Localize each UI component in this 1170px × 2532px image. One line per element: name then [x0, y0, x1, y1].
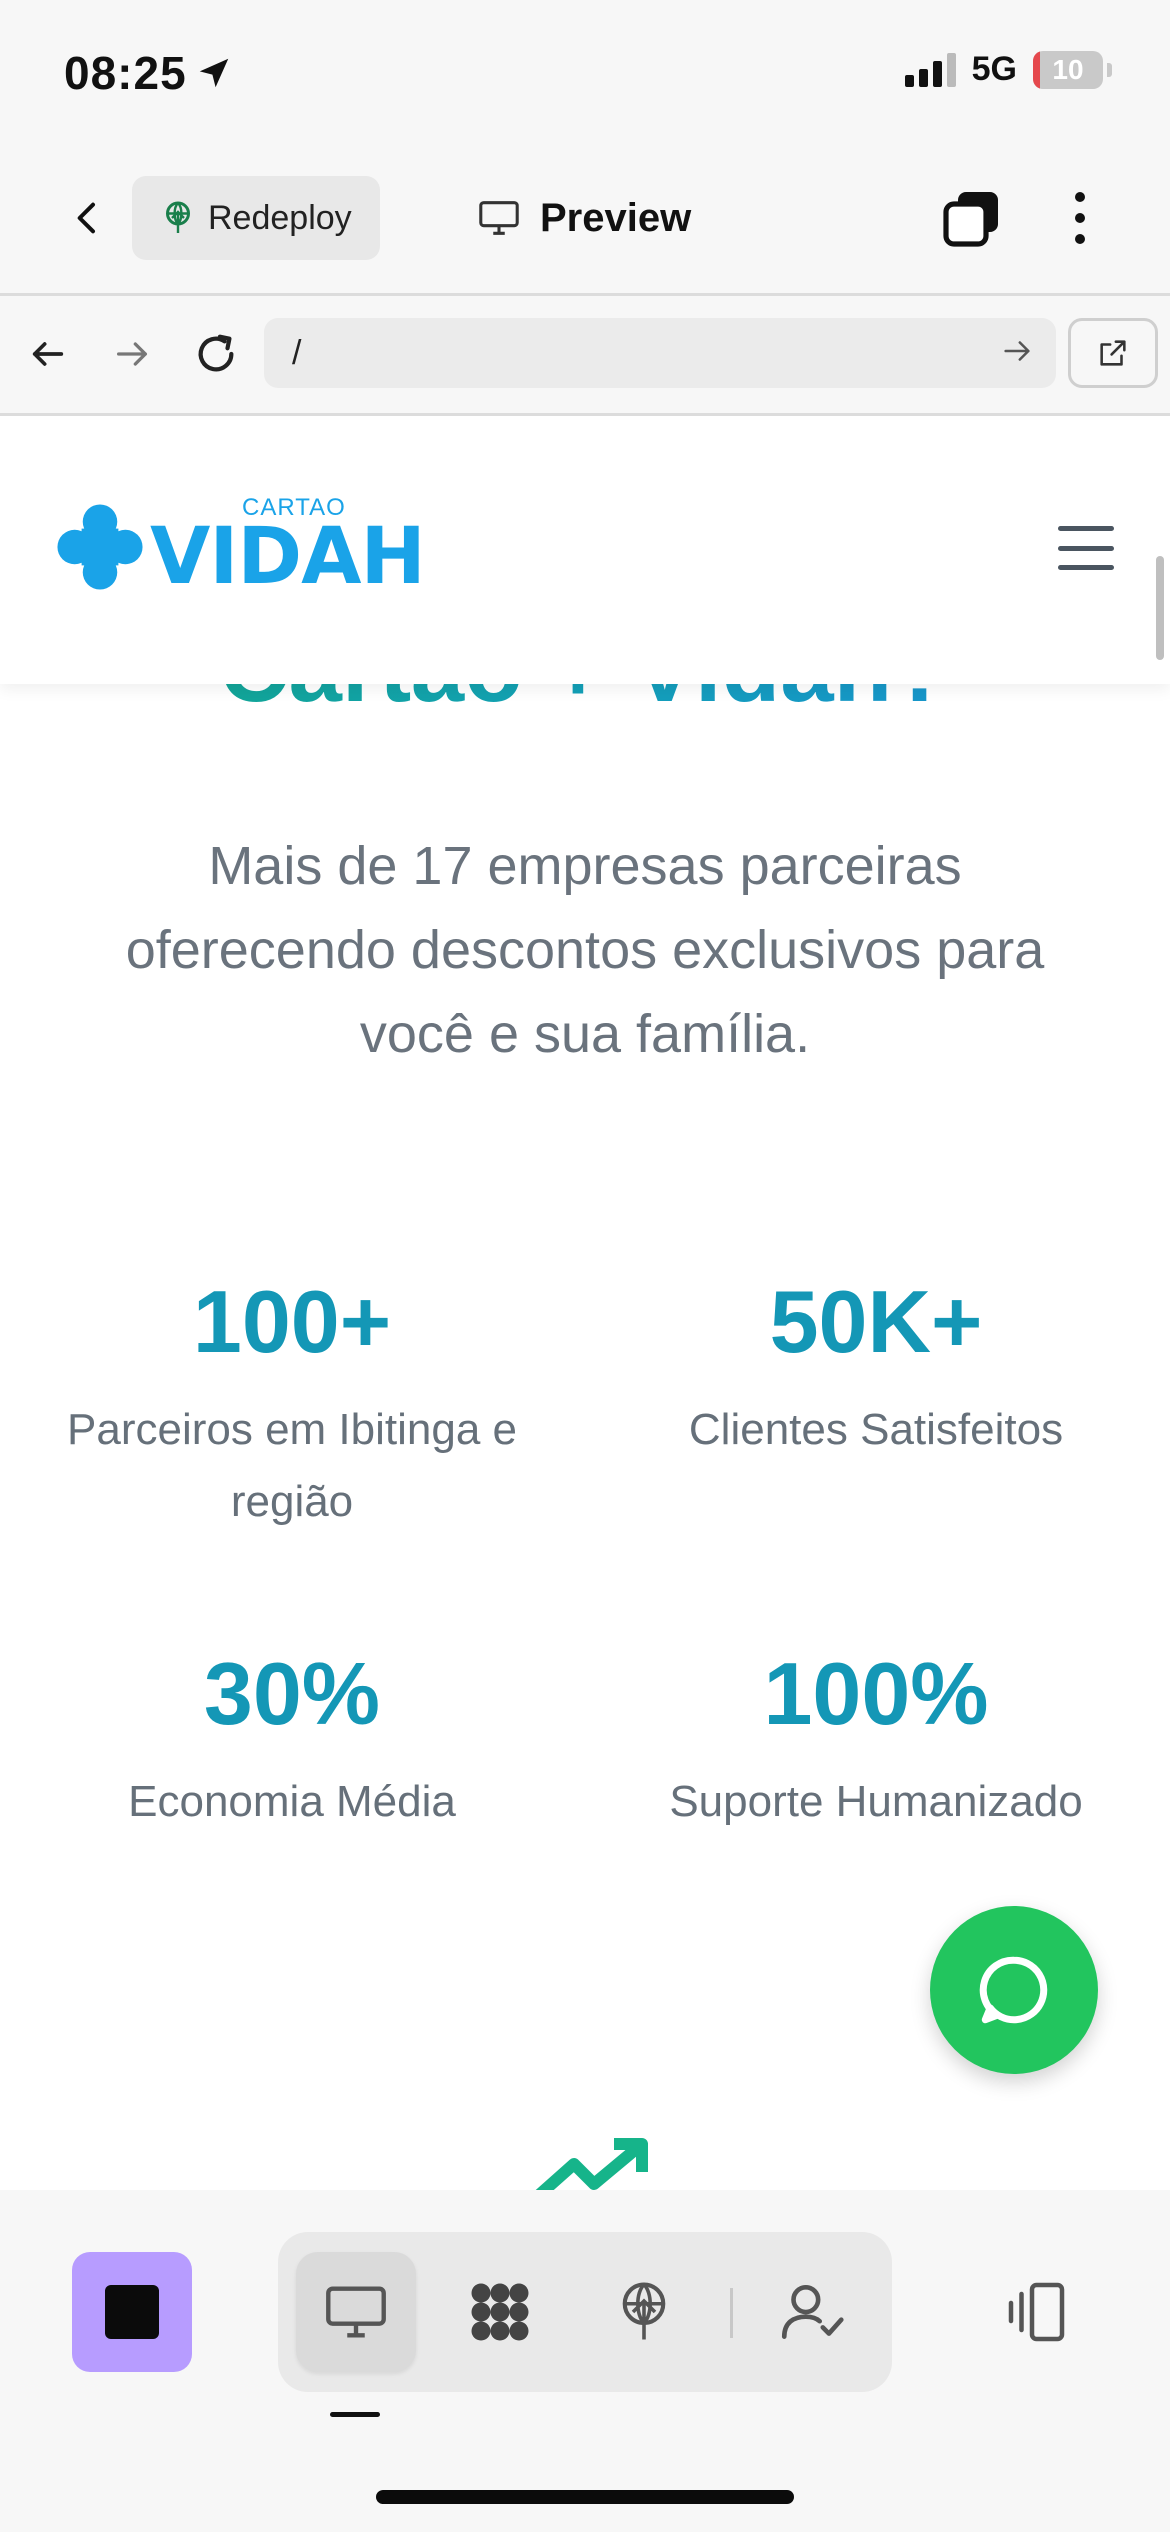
open-external-button[interactable]: [1068, 318, 1158, 388]
back-button[interactable]: [58, 188, 118, 248]
status-bar: 08:25 5G 10: [0, 0, 1170, 150]
device-toggle-button[interactable]: [1000, 2274, 1076, 2350]
stat-value: 100%: [763, 1644, 989, 1743]
stat-value: 50K+: [769, 1272, 983, 1371]
monitor-icon: [479, 201, 519, 235]
battery-tip: [1107, 62, 1112, 77]
forward-nav-button[interactable]: [104, 326, 160, 382]
arrow-right-icon: [117, 342, 147, 366]
stat-partners: 100+ Parceiros em Ibitinga e região: [12, 1278, 572, 1538]
network-label: 5G: [971, 50, 1017, 88]
signal-icon: [904, 52, 956, 87]
browser-bar: /: [0, 296, 1170, 416]
chevron-left-icon: [77, 202, 95, 234]
stop-icon: [105, 2285, 159, 2339]
bottom-toolbar: [0, 2190, 1170, 2532]
stat-value: 100+: [192, 1272, 392, 1371]
tabs-icon: [943, 192, 998, 247]
logo-cross-icon: [57, 504, 143, 590]
active-tab-indicator: [330, 2412, 380, 2417]
stat-support: 100% Suporte Humanizado: [596, 1650, 1156, 1838]
app-header: Redeploy Preview: [0, 150, 1170, 296]
tab-preview[interactable]: [296, 2252, 416, 2372]
arrow-left-icon: [32, 342, 64, 366]
monitor-icon: [326, 2286, 386, 2338]
stat-value: 30%: [203, 1644, 381, 1743]
redeploy-label: Redeploy: [208, 198, 352, 237]
url-input[interactable]: /: [264, 318, 1056, 388]
site-header: CARTAO VIDAH: [0, 416, 1170, 684]
status-indicators: 5G 10: [904, 50, 1112, 89]
tabs-button[interactable]: [940, 186, 1004, 250]
stop-button[interactable]: [72, 2252, 192, 2372]
stat-label: Economia Média: [128, 1777, 456, 1826]
logo-wordmark: CARTAO VIDAH: [150, 494, 426, 602]
section-subtitle: Mais de 17 empresas parceiras oferecendo…: [125, 836, 1045, 1064]
reload-icon: [198, 334, 234, 372]
more-vertical-icon: [1075, 192, 1085, 202]
reload-button[interactable]: [188, 326, 244, 382]
user-check-icon: [781, 2285, 844, 2339]
tab-auth[interactable]: [752, 2252, 872, 2372]
stat-clients: 50K+ Clientes Satisfeitos: [596, 1278, 1156, 1466]
preview-tab[interactable]: Preview: [476, 180, 691, 256]
deploy-icon: [166, 201, 190, 233]
stat-savings: 30% Economia Média: [12, 1650, 572, 1838]
tab-integrations[interactable]: [440, 2252, 560, 2372]
whatsapp-button[interactable]: [930, 1906, 1098, 2074]
device-toggle-icon: [1008, 2282, 1065, 2342]
external-link-icon: [1100, 340, 1126, 366]
scroll-indicator: [1156, 556, 1164, 660]
status-time: 08:25: [64, 46, 233, 100]
preview-label: Preview: [540, 195, 692, 240]
back-nav-button[interactable]: [20, 326, 76, 382]
more-options-button[interactable]: [1060, 186, 1100, 250]
stat-label: Parceiros em Ibitinga e região: [67, 1405, 517, 1526]
redeploy-button[interactable]: Redeploy: [132, 176, 380, 260]
arrow-right-icon[interactable]: [1000, 334, 1034, 368]
stat-label: Clientes Satisfeitos: [688, 1405, 1064, 1454]
location-arrow-icon: [199, 58, 228, 88]
tab-deploy[interactable]: [584, 2252, 704, 2372]
site-logo[interactable]: CARTAO VIDAH: [54, 494, 426, 602]
grid-icon: [471, 2283, 529, 2341]
hamburger-menu-icon[interactable]: [1058, 526, 1114, 570]
url-text: /: [292, 333, 302, 372]
whatsapp-icon: [979, 1956, 1048, 2024]
battery-icon: 10: [1033, 50, 1103, 89]
deploy-icon: [622, 2282, 666, 2340]
view-switcher: [278, 2232, 892, 2392]
trending-up-icon: [535, 2138, 648, 2190]
switcher-divider: [730, 2288, 733, 2338]
stat-label: Suporte Humanizado: [669, 1777, 1083, 1826]
web-preview[interactable]: CARTAO VIDAH Cartão + Vidah? Mais de 17 …: [0, 416, 1170, 2190]
home-indicator: [376, 2490, 794, 2504]
